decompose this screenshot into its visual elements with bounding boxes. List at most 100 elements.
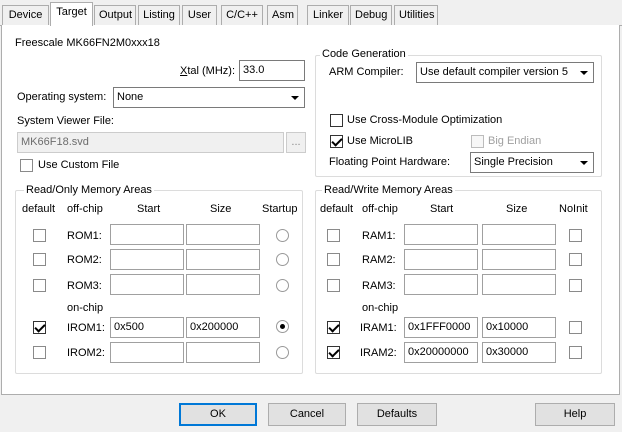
tab-device[interactable]: Device [2, 5, 49, 25]
irom1-label: IROM1: [67, 322, 105, 334]
irom1-default-checkbox[interactable] [33, 321, 46, 334]
tab-output[interactable]: Output [94, 5, 136, 25]
rom2-size-input[interactable] [186, 249, 260, 270]
tab-debug[interactable]: Debug [350, 5, 392, 25]
iram1-default-checkbox[interactable] [327, 321, 340, 334]
iram2-noinit-checkbox[interactable] [569, 346, 582, 359]
rw-header-noinit: NoInit [559, 203, 588, 215]
rw-onchip-label: on-chip [362, 302, 399, 314]
help-button[interactable]: Help [535, 403, 615, 426]
iram2-default-checkbox[interactable] [327, 346, 340, 359]
rom2-startup-radio[interactable] [276, 253, 289, 266]
tab-listing[interactable]: Listing [138, 5, 180, 25]
svf-browse-button[interactable]: ... [286, 132, 306, 153]
rom2-default-checkbox[interactable] [33, 253, 46, 266]
defaults-button[interactable]: Defaults [357, 403, 437, 426]
big-endian-checkbox[interactable] [471, 135, 484, 148]
svf-label: System Viewer File: [17, 115, 114, 127]
rom3-label: ROM3: [67, 280, 102, 292]
use-microlib-label: Use MicroLIB [347, 135, 414, 147]
rom1-start-input[interactable] [110, 224, 184, 245]
iram2-start-input[interactable]: 0x20000000 [404, 342, 478, 363]
cross-module-optimization-label: Use Cross-Module Optimization [347, 114, 503, 126]
irom2-size-input[interactable] [186, 342, 260, 363]
ram3-size-input[interactable] [482, 274, 556, 295]
big-endian-label: Big Endian [488, 135, 542, 147]
ram2-start-input[interactable] [404, 249, 478, 270]
ro-onchip-label: on-chip [67, 302, 104, 314]
svf-input[interactable]: MK66F18.svd [17, 132, 284, 153]
xtal-label: Xtal (MHz): [180, 65, 236, 77]
ro-header-offchip: off-chip [67, 203, 103, 215]
ram1-noinit-checkbox[interactable] [569, 229, 582, 242]
iram1-size-input[interactable]: 0x10000 [482, 317, 556, 338]
ram1-default-checkbox[interactable] [327, 229, 340, 242]
ram1-start-input[interactable] [404, 224, 478, 245]
arm-compiler-select[interactable]: Use default compiler version 5 [416, 62, 594, 83]
rom3-start-input[interactable] [110, 274, 184, 295]
floating-point-hardware-select[interactable]: Single Precision [470, 152, 594, 173]
rw-header-default: default [320, 203, 354, 215]
rw-header-size: Size [506, 203, 528, 215]
floating-point-hardware-label: Floating Point Hardware: [329, 156, 451, 168]
rom2-label: ROM2: [67, 254, 102, 266]
code-generation-title: Code Generation [320, 48, 408, 61]
read-write-memory-title: Read/Write Memory Areas [322, 184, 455, 197]
os-select[interactable]: None [113, 87, 305, 108]
iram2-label: IRAM2: [360, 347, 397, 359]
chevron-down-icon [576, 155, 591, 170]
ro-header-startup: Startup [262, 203, 298, 215]
ram2-size-input[interactable] [482, 249, 556, 270]
tab-target[interactable]: Target [50, 2, 93, 26]
use-custom-file-checkbox[interactable] [20, 159, 33, 172]
ok-button[interactable]: OK [179, 403, 257, 426]
arm-compiler-label: ARM Compiler: [329, 66, 404, 78]
tab-user[interactable]: User [182, 5, 217, 25]
irom2-startup-radio[interactable] [276, 346, 289, 359]
ram2-noinit-checkbox[interactable] [569, 253, 582, 266]
ram3-default-checkbox[interactable] [327, 279, 340, 292]
rom1-startup-radio[interactable] [276, 229, 289, 242]
rom1-default-checkbox[interactable] [33, 229, 46, 242]
irom2-label: IROM2: [67, 347, 105, 359]
rom3-startup-radio[interactable] [276, 279, 289, 292]
irom1-start-input[interactable]: 0x500 [110, 317, 184, 338]
iram1-start-input[interactable]: 0x1FFF0000 [404, 317, 478, 338]
tab-cpp[interactable]: C/C++ [221, 5, 263, 25]
ro-header-start: Start [137, 203, 161, 215]
cancel-button[interactable]: Cancel [268, 403, 346, 426]
use-custom-file-label: Use Custom File [38, 159, 120, 171]
device-name: Freescale MK66FN2M0xxx18 [15, 37, 160, 49]
rw-header-offchip: off-chip [362, 203, 398, 215]
use-microlib-checkbox[interactable] [330, 135, 343, 148]
ro-header-default: default [22, 203, 56, 215]
tab-linker[interactable]: Linker [307, 5, 349, 25]
ram1-label: RAM1: [362, 230, 396, 242]
os-label: Operating system: [17, 91, 107, 103]
iram1-noinit-checkbox[interactable] [569, 321, 582, 334]
irom1-size-input[interactable]: 0x200000 [186, 317, 260, 338]
ro-header-size: Size [210, 203, 232, 215]
ram3-start-input[interactable] [404, 274, 478, 295]
ram2-default-checkbox[interactable] [327, 253, 340, 266]
tab-asm[interactable]: Asm [267, 5, 298, 25]
irom2-start-input[interactable] [110, 342, 184, 363]
ram3-label: RAM3: [362, 280, 396, 292]
read-only-memory-title: Read/Only Memory Areas [24, 184, 154, 197]
rom1-label: ROM1: [67, 230, 102, 242]
iram1-label: IRAM1: [360, 322, 397, 334]
rom1-size-input[interactable] [186, 224, 260, 245]
ram1-size-input[interactable] [482, 224, 556, 245]
chevron-down-icon [287, 90, 302, 105]
chevron-down-icon [576, 65, 591, 80]
xtal-input[interactable]: 33.0 [239, 60, 305, 81]
irom1-startup-radio[interactable] [276, 320, 289, 333]
irom2-default-checkbox[interactable] [33, 346, 46, 359]
iram2-size-input[interactable]: 0x30000 [482, 342, 556, 363]
rom3-default-checkbox[interactable] [33, 279, 46, 292]
ram3-noinit-checkbox[interactable] [569, 279, 582, 292]
cross-module-optimization-checkbox[interactable] [330, 114, 343, 127]
rom3-size-input[interactable] [186, 274, 260, 295]
tab-utilities[interactable]: Utilities [394, 5, 438, 25]
rom2-start-input[interactable] [110, 249, 184, 270]
